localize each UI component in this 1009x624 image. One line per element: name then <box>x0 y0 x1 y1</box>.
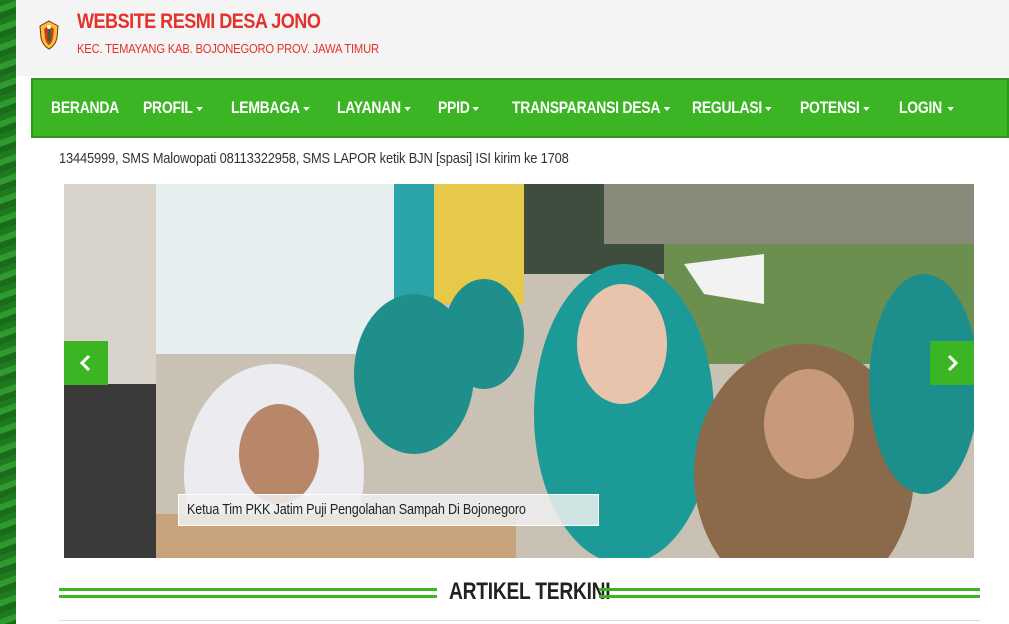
nav-item-login[interactable]: LOGIN <box>899 80 955 136</box>
nav-item-transparansi-desa[interactable]: TRANSPARANSI DESA <box>512 80 670 136</box>
caret-down-icon <box>303 106 310 111</box>
nav-item-lembaga[interactable]: LEMBAGA <box>231 80 310 136</box>
nav-label: REGULASI <box>692 98 763 117</box>
nav-item-beranda[interactable]: BERANDA <box>51 80 119 136</box>
nav-label: TRANSPARANSI DESA <box>512 98 661 117</box>
slide-caption-text: Ketua Tim PKK Jatim Puji Pengolahan Samp… <box>187 501 526 518</box>
heading-rule-left <box>59 588 437 598</box>
caret-down-icon <box>765 106 772 111</box>
nav-label: PPID <box>438 98 470 117</box>
chevron-right-icon <box>947 354 959 372</box>
caret-down-icon <box>663 106 670 111</box>
nav-item-profil[interactable]: PROFIL <box>143 80 203 136</box>
divider <box>59 620 980 621</box>
nav-label: PROFIL <box>143 98 193 117</box>
page-background <box>0 0 16 624</box>
nav-item-ppid[interactable]: PPID <box>438 80 480 136</box>
nav-label: LEMBAGA <box>231 98 300 117</box>
site-header: WEBSITE RESMI DESA JONO KEC. TEMAYANG KA… <box>16 0 1009 76</box>
caret-down-icon <box>862 106 870 111</box>
nav-label: BERANDA <box>51 98 119 117</box>
regency-crest-icon[interactable] <box>38 20 60 50</box>
site-subtitle: KEC. TEMAYANG KAB. BOJONEGORO PROV. JAWA… <box>77 41 379 56</box>
news-ticker[interactable]: 13445999, SMS Malowopati 08113322958, SM… <box>59 150 569 167</box>
section-heading: ARTIKEL TERKINI <box>59 576 980 612</box>
nav-item-layanan[interactable]: LAYANAN <box>337 80 411 136</box>
nav-item-regulasi[interactable]: REGULASI <box>692 80 772 136</box>
caret-down-icon <box>472 106 480 111</box>
slide-caption[interactable]: Ketua Tim PKK Jatim Puji Pengolahan Samp… <box>178 494 600 526</box>
nav-label: POTENSI <box>800 98 860 117</box>
caret-down-icon <box>947 106 955 111</box>
image-slider[interactable]: Ketua Tim PKK Jatim Puji Pengolahan Samp… <box>64 184 974 558</box>
nav-label: LOGIN <box>899 98 942 117</box>
page-container: WEBSITE RESMI DESA JONO KEC. TEMAYANG KA… <box>16 0 1009 624</box>
site-title[interactable]: WEBSITE RESMI DESA JONO <box>77 10 321 34</box>
slider-next-button[interactable] <box>930 341 974 385</box>
heading-rule-right <box>599 588 980 598</box>
nav-label: LAYANAN <box>337 98 401 117</box>
caret-down-icon <box>404 106 411 111</box>
slider-prev-button[interactable] <box>64 341 108 385</box>
caret-down-icon <box>195 106 203 111</box>
section-title: ARTIKEL TERKINI <box>449 578 611 605</box>
nav-item-potensi[interactable]: POTENSI <box>800 80 870 136</box>
main-navbar: BERANDA PROFIL LEMBAGA LAYANAN PPID TRAN… <box>31 78 1009 138</box>
chevron-left-icon <box>79 354 91 372</box>
